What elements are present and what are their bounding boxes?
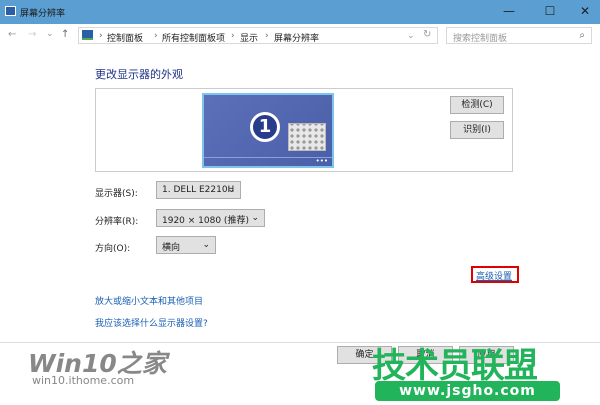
resolution-label: 分辨率(R): xyxy=(95,217,139,227)
orientation-select[interactable]: 横向 ⌄ xyxy=(156,236,216,254)
desktop-grid-icon xyxy=(288,123,326,151)
refresh-button[interactable]: ↻ xyxy=(423,29,431,40)
control-panel-icon xyxy=(82,30,93,40)
display-value: 1. DELL E2210H xyxy=(162,185,235,195)
chevron-down-icon: ⌄ xyxy=(227,185,235,195)
display-label: 显示器(S): xyxy=(95,189,138,199)
breadcrumb-item[interactable]: 所有控制面板项 xyxy=(162,31,225,44)
orientation-label: 方向(O): xyxy=(95,244,131,254)
detect-button[interactable]: 检测(C) xyxy=(450,96,504,114)
minimize-button[interactable]: — xyxy=(496,2,522,20)
chevron-down-icon: ⌄ xyxy=(202,240,210,250)
chevron-down-icon: ⌄ xyxy=(251,213,259,223)
resolution-value: 1920 × 1080 (推荐) xyxy=(162,216,249,226)
page-title: 更改显示器的外观 xyxy=(95,68,183,81)
forward-button[interactable]: → xyxy=(28,29,36,40)
maximize-button[interactable]: ☐ xyxy=(537,2,563,20)
up-button[interactable]: ↑ xyxy=(61,29,69,40)
text-size-link[interactable]: 放大或缩小文本和其他项目 xyxy=(95,294,203,307)
recent-locations-button[interactable]: ⌄ xyxy=(46,29,54,39)
close-button[interactable]: ✕ xyxy=(572,2,598,20)
display-select[interactable]: 1. DELL E2210H ⌄ xyxy=(156,181,241,199)
app-icon xyxy=(5,6,16,16)
win10-watermark-url: win10.ithome.com xyxy=(32,374,135,387)
monitor-1-thumbnail[interactable]: 1 ••• xyxy=(202,93,334,168)
search-icon: ⌕ xyxy=(579,30,585,41)
monitor-number-badge: 1 xyxy=(250,112,280,142)
jsgho-watermark-url: www.jsgho.com xyxy=(375,381,560,401)
jsgho-watermark-logo: 技术员联盟 xyxy=(372,346,538,386)
back-button[interactable]: ← xyxy=(8,29,16,40)
taskbar-dots: ••• xyxy=(204,157,332,166)
search-placeholder: 搜索控制面板 xyxy=(453,34,508,44)
address-dropdown-button[interactable]: ⌄ xyxy=(407,31,415,41)
advanced-settings-link[interactable]: 高级设置 xyxy=(476,269,512,282)
breadcrumb-item[interactable]: 控制面板 xyxy=(107,31,143,44)
title-bar: 屏幕分辨率 — ☐ ✕ xyxy=(0,0,600,24)
search-input[interactable]: 搜索控制面板 ⌕ xyxy=(446,27,592,44)
identify-button[interactable]: 识别(I) xyxy=(450,121,504,139)
orientation-value: 横向 xyxy=(162,243,181,253)
breadcrumb-item[interactable]: 显示 xyxy=(240,31,258,44)
address-bar[interactable]: › 控制面板 › 所有控制面板项 › 显示 › 屏幕分辨率 ⌄ ↻ xyxy=(78,27,438,44)
resolution-select[interactable]: 1920 × 1080 (推荐) ⌄ xyxy=(156,209,265,227)
window-title: 屏幕分辨率 xyxy=(20,9,66,19)
breadcrumb-item[interactable]: 屏幕分辨率 xyxy=(274,31,319,44)
display-preview-area: 1 ••• 检测(C) 识别(I) xyxy=(95,88,513,172)
which-settings-link[interactable]: 我应该选择什么显示器设置? xyxy=(95,316,208,329)
